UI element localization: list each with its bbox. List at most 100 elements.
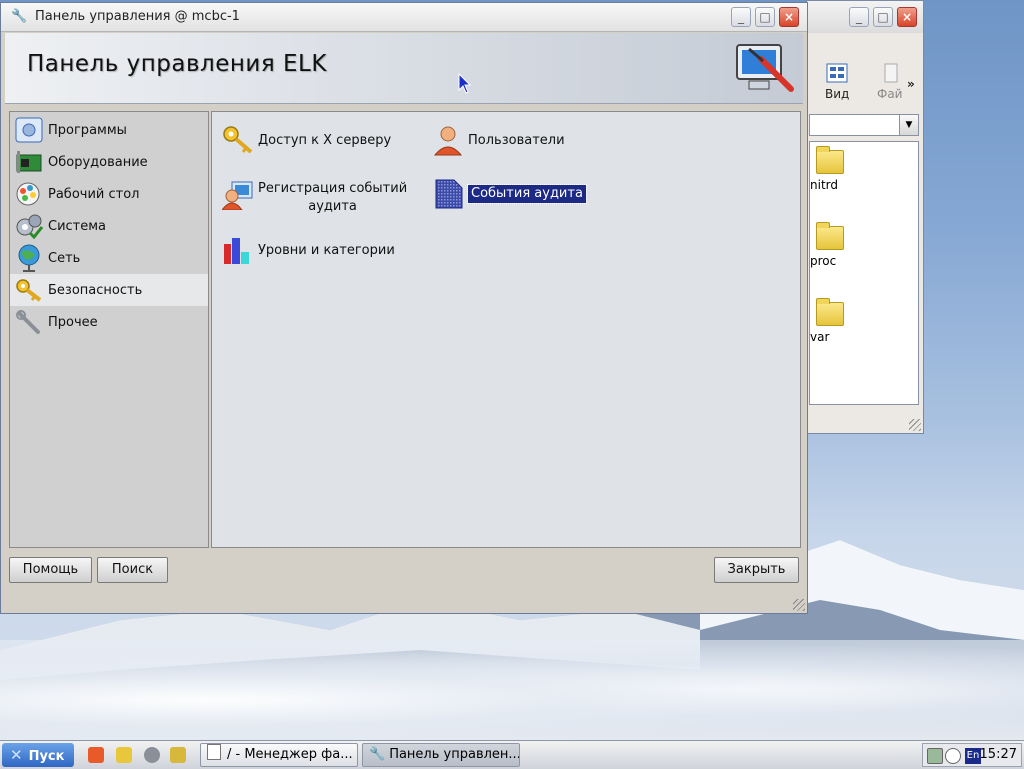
search-button[interactable]: Поиск <box>97 557 168 583</box>
document-icon <box>207 744 221 760</box>
window-title: Панель управления @ mcbc-1 <box>35 9 240 24</box>
sidebar-item-label: Прочее <box>48 314 98 330</box>
module-label-line1: Регистрация событий <box>258 181 408 196</box>
minimize-button[interactable]: _ <box>849 7 869 27</box>
levels-icon <box>224 238 249 264</box>
background-file-manager-window[interactable]: _ □ × Вид Фай » ▼ nitrd proc var <box>806 0 924 434</box>
system-launcher-icon[interactable] <box>144 747 160 763</box>
home-launcher-icon[interactable] <box>88 747 104 763</box>
sidebar-item-label: Оборудование <box>48 154 148 170</box>
module-label: Регистрация событий аудита <box>258 178 407 216</box>
sidebar-item-label: Программы <box>48 122 127 138</box>
mouse-cursor-icon <box>458 73 472 94</box>
taskbar: ✕ Пуск / - Менеджер фа... 🔧 Панель управле… <box>0 740 1024 769</box>
task-control-panel[interactable]: 🔧 Панель управлен... <box>362 743 520 767</box>
maximize-button[interactable]: □ <box>873 7 893 27</box>
file-button[interactable]: Фай <box>877 63 902 101</box>
folder-icon <box>816 298 844 326</box>
module-label-line2: аудита <box>308 199 357 214</box>
list-item[interactable]: var <box>810 298 870 344</box>
task-label: / - Менеджер фа... <box>227 747 353 762</box>
start-logo-icon: ✕ <box>10 746 23 764</box>
sidebar-item-security[interactable]: Безопасность <box>10 274 208 306</box>
hardware-icon <box>14 148 44 176</box>
module-audit-registration[interactable]: Регистрация событий аудита <box>222 178 407 216</box>
desktop-clouds <box>0 640 1024 740</box>
module-label: События аудита <box>467 184 587 204</box>
other-icon <box>14 308 44 336</box>
sidebar-item-label: Рабочий стол <box>48 186 140 202</box>
resize-grip[interactable] <box>909 419 921 431</box>
wrench-icon: 🔧 <box>369 747 386 762</box>
minimize-button[interactable]: _ <box>731 7 751 27</box>
close-button[interactable]: × <box>779 7 799 27</box>
toolbar-overflow-button[interactable]: » <box>907 77 915 91</box>
programs-icon <box>14 116 44 144</box>
module-label: Пользователи <box>468 133 565 148</box>
view-icon <box>826 63 848 83</box>
module-levels-categories[interactable]: Уровни и категории <box>222 234 395 266</box>
sidebar-item-system[interactable]: Система <box>10 210 208 242</box>
maximize-button[interactable]: □ <box>755 7 775 27</box>
module-label: Уровни и категории <box>258 243 395 258</box>
module-audit-events[interactable]: События аудита <box>432 178 587 210</box>
page-title: Панель управления ELK <box>27 51 327 77</box>
desktop-icon <box>14 180 44 208</box>
sidebar-item-label: Система <box>48 218 107 234</box>
file-label: Фай <box>877 87 903 101</box>
audit-events-icon <box>435 179 463 209</box>
category-sidebar: Программы Оборудование Рабочий стол Сист… <box>9 111 209 548</box>
clock[interactable]: 15:27 <box>980 747 1017 762</box>
background-window-titlebar[interactable]: _ □ × <box>807 1 923 33</box>
folder-icon <box>816 146 844 174</box>
file-name: var <box>810 330 830 344</box>
help-button[interactable]: Помощь <box>9 557 92 583</box>
chevron-down-icon[interactable]: ▼ <box>899 115 918 135</box>
tools-launcher-icon[interactable] <box>170 747 186 763</box>
system-tray: En 15:27 <box>922 743 1022 767</box>
close-dialog-button[interactable]: Закрыть <box>714 557 799 583</box>
file-name: proc <box>810 254 837 268</box>
sidebar-item-network[interactable]: Сеть <box>10 242 208 274</box>
sidebar-item-other[interactable]: Прочее <box>10 306 208 338</box>
resize-grip[interactable] <box>793 599 805 611</box>
module-users[interactable]: Пользователи <box>432 124 565 156</box>
close-button[interactable]: × <box>897 7 917 27</box>
task-label: Панель управлен... <box>389 747 520 762</box>
sidebar-item-programs[interactable]: Программы <box>10 114 208 146</box>
sidebar-item-hardware[interactable]: Оборудование <box>10 146 208 178</box>
window-titlebar[interactable]: 🔧 Панель управления @ mcbc-1 _ □ × <box>1 3 807 32</box>
system-icon <box>14 212 44 240</box>
view-label: Вид <box>825 87 850 101</box>
key-icon <box>223 126 253 154</box>
list-item[interactable]: proc <box>810 222 870 268</box>
list-item[interactable]: nitrd <box>810 146 870 192</box>
sidebar-item-desktop[interactable]: Рабочий стол <box>10 178 208 210</box>
control-panel-window: 🔧 Панель управления @ mcbc-1 _ □ × Панел… <box>0 2 808 614</box>
event-log-icon <box>222 181 253 210</box>
tray-power-icon[interactable] <box>945 748 961 764</box>
user-icon <box>433 126 463 156</box>
file-icon <box>879 63 901 83</box>
header-banner: Панель управления ELK <box>5 33 803 104</box>
network-icon <box>14 244 44 272</box>
folder-icon <box>816 222 844 250</box>
monitor-screwdriver-icon <box>736 44 794 92</box>
module-label: Доступ к X серверу <box>258 133 392 148</box>
sidebar-item-label: Сеть <box>48 250 81 266</box>
file-list[interactable]: nitrd proc var <box>809 141 919 405</box>
view-button[interactable]: Вид <box>825 63 849 101</box>
wrench-icon: 🔧 <box>11 9 28 24</box>
start-label: Пуск <box>28 749 65 764</box>
path-combo[interactable]: ▼ <box>809 114 919 136</box>
task-file-manager[interactable]: / - Менеджер фа... <box>200 743 358 767</box>
sidebar-item-label: Безопасность <box>48 282 143 298</box>
modules-panel: Доступ к X серверу Пользователи Регистра… <box>211 111 801 548</box>
start-button[interactable]: ✕ Пуск <box>2 743 74 767</box>
tray-network-icon[interactable] <box>927 748 943 764</box>
file-name: nitrd <box>810 178 838 192</box>
security-icon <box>14 276 44 304</box>
background-toolbar: Вид Фай » <box>807 59 925 111</box>
file-manager-launcher-icon[interactable] <box>116 747 132 763</box>
module-x-server-access[interactable]: Доступ к X серверу <box>222 124 391 156</box>
